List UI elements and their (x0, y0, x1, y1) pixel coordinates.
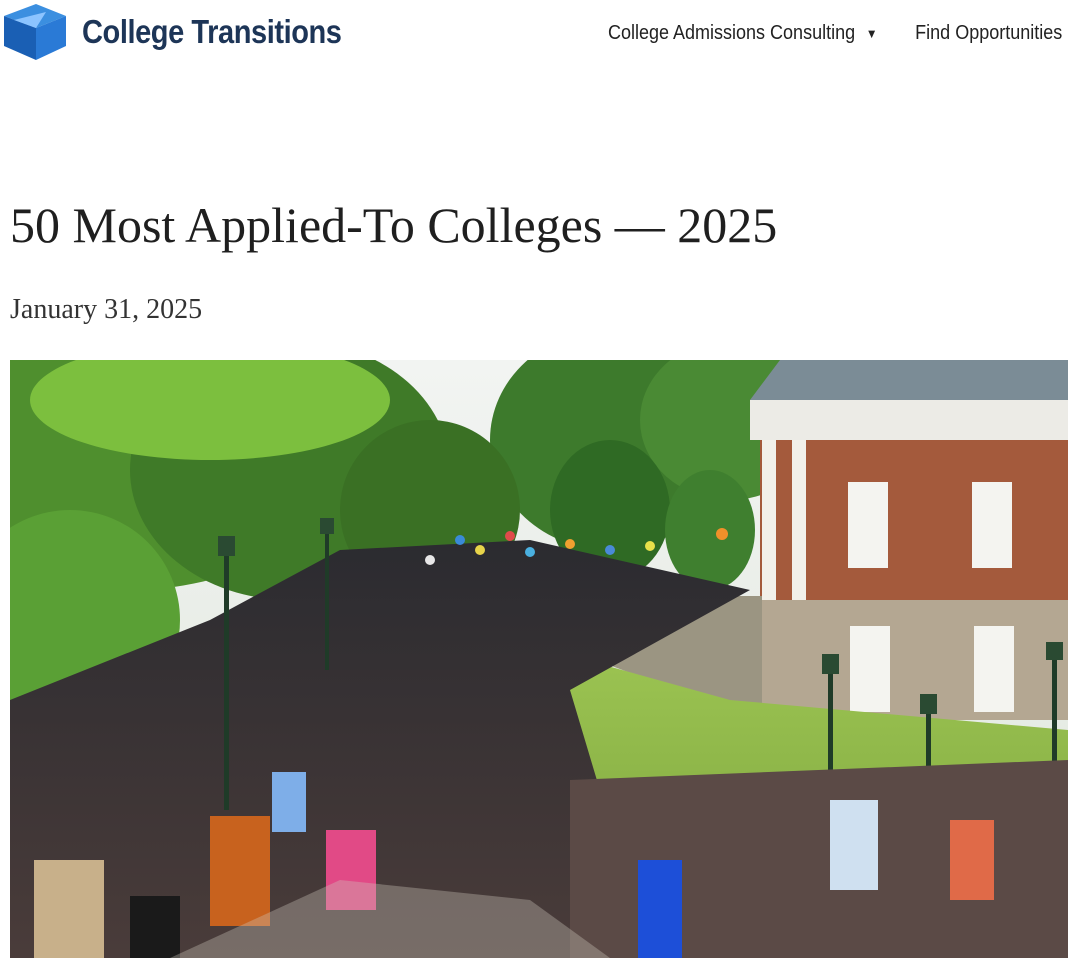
nav-label: Find Opportunities (914, 22, 1062, 44)
nav-label: College Admissions Consulting (608, 22, 856, 44)
main-nav: College Admissions Consulting ▼ Find Opp… (593, 22, 1070, 45)
caret-down-icon[interactable]: ▼ (866, 26, 878, 41)
nav-college-admissions-consulting[interactable]: College Admissions Consulting ▼ (608, 22, 878, 45)
paper-plane-box-icon (4, 4, 66, 60)
page-title: 50 Most Applied-To Colleges — 2025 (10, 197, 778, 253)
site-logo[interactable]: College Transitions (0, 2, 377, 62)
publish-date: January 31, 2025 (10, 294, 203, 325)
hero-image (10, 360, 1068, 958)
nav-find-opportunities[interactable]: Find Opportunities (915, 22, 1062, 45)
site-header: College Transitions College Admissions C… (0, 0, 1080, 72)
logo-text: College Transitions (82, 13, 342, 50)
graduation-procession-photo (10, 360, 1068, 958)
